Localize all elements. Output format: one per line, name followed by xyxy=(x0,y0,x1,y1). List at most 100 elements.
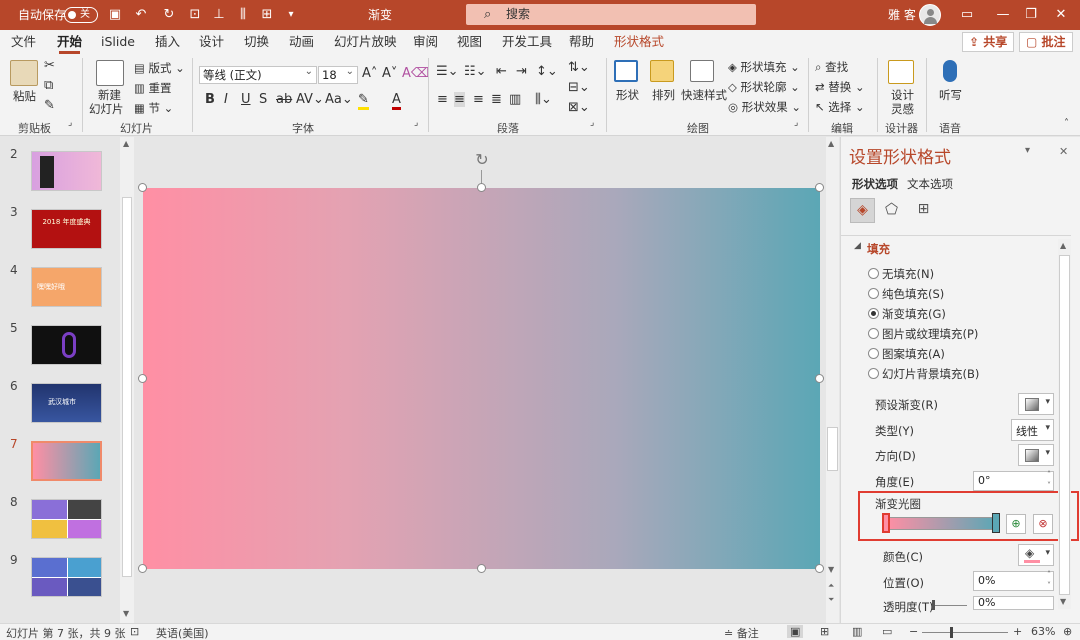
paste-icon[interactable] xyxy=(10,60,38,86)
next-slide-icon[interactable]: ⏷ xyxy=(828,595,834,605)
line-spacing-icon[interactable]: ↕⌄ xyxy=(536,64,558,79)
tab-help[interactable]: 帮助 xyxy=(569,30,594,54)
radio-pattern-fill[interactable] xyxy=(868,348,879,359)
zoom-slider-handle[interactable] xyxy=(950,627,953,638)
arrange-label[interactable]: 排列 xyxy=(652,87,675,103)
no-fill-label[interactable]: 无填充(N) xyxy=(882,266,934,282)
fit-to-window-icon[interactable]: ⊕ xyxy=(1063,625,1072,638)
resize-handle-bottom[interactable] xyxy=(477,564,486,573)
transparency-slider-handle[interactable] xyxy=(932,600,935,610)
justify-icon[interactable]: ≣ xyxy=(491,92,502,107)
decrease-indent-icon[interactable]: ⇤ xyxy=(496,64,507,79)
resize-handle-bottom-right[interactable] xyxy=(815,564,824,573)
bold-icon[interactable]: B xyxy=(205,92,215,107)
scrollbar-thumb[interactable] xyxy=(122,197,132,577)
size-properties-icon[interactable]: ⊞ xyxy=(911,198,936,223)
shapes-icon[interactable] xyxy=(614,60,638,82)
slide-sorter-icon[interactable]: ⊞ xyxy=(820,625,829,638)
tab-animations[interactable]: 动画 xyxy=(289,30,314,54)
layout-button[interactable]: ▤ 版式 ⌄ xyxy=(134,60,185,76)
share-button[interactable]: ⇪ 共享 xyxy=(962,32,1015,52)
redo-icon[interactable]: ↻ xyxy=(160,6,178,24)
transparency-input[interactable]: 0% xyxy=(973,596,1054,610)
minimize-icon[interactable]: — xyxy=(994,6,1012,24)
radio-solid-fill[interactable] xyxy=(868,288,879,299)
position-input[interactable]: 0% ˄ ˅ xyxy=(973,570,1054,591)
shape-fill-button[interactable]: ◈ 形状填充 ⌄ xyxy=(728,59,800,75)
user-name[interactable]: 雅 客 xyxy=(888,0,916,30)
angle-input[interactable]: 0° ˄ ˅ xyxy=(973,470,1054,491)
arrange-icon[interactable] xyxy=(650,60,674,82)
thumbnail-scrollbar[interactable]: ▲ ▼ xyxy=(120,137,134,623)
replace-button[interactable]: ⇄ 替换 ⌄ xyxy=(815,79,865,95)
increase-font-icon[interactable]: A˄ xyxy=(362,66,377,81)
highlight-icon[interactable]: ✎ xyxy=(358,92,369,110)
shadow-icon[interactable]: S xyxy=(259,92,267,107)
tab-insert[interactable]: 插入 xyxy=(155,30,180,54)
resize-handle-left[interactable] xyxy=(138,374,147,383)
direction-dropdown[interactable] xyxy=(1018,444,1054,466)
font-color-icon[interactable]: A xyxy=(392,92,401,110)
paste-label[interactable]: 粘贴 xyxy=(13,88,36,104)
slide-thumbnail-2[interactable] xyxy=(31,151,102,191)
color-dropdown[interactable]: ◈ xyxy=(1018,544,1054,566)
collapse-fill-icon[interactable]: ◢ xyxy=(854,241,861,251)
radio-slide-background-fill[interactable] xyxy=(868,368,879,379)
columns-icon[interactable]: ⫼⌄ xyxy=(535,92,552,107)
shape-effects-button[interactable]: ◎ 形状效果 ⌄ xyxy=(728,99,801,115)
change-case-icon[interactable]: Aa⌄ xyxy=(325,92,353,107)
italic-icon[interactable]: I xyxy=(224,92,228,107)
decrease-font-icon[interactable]: A˅ xyxy=(382,66,397,81)
zoom-in-icon[interactable]: + xyxy=(1013,625,1022,638)
character-spacing-icon[interactable]: AV⌄ xyxy=(296,92,324,107)
resize-handle-top[interactable] xyxy=(477,183,486,192)
resize-handle-bottom-left[interactable] xyxy=(138,564,147,573)
resize-handle-right[interactable] xyxy=(815,374,824,383)
align-icon[interactable]: ⊥ xyxy=(210,6,228,24)
restore-icon[interactable]: ❐ xyxy=(1022,6,1040,24)
tab-developer[interactable]: 开发工具 xyxy=(502,30,552,54)
dictate-label[interactable]: 听写 xyxy=(939,87,962,103)
slide-thumbnail-7[interactable] xyxy=(31,441,102,481)
slide-background-fill-label[interactable]: 幻灯片背景填充(B) xyxy=(882,366,979,382)
effects-icon[interactable]: ⬠ xyxy=(879,198,904,223)
design-ideas-label-2[interactable]: 灵感 xyxy=(891,101,914,117)
radio-gradient-fill[interactable] xyxy=(868,308,879,319)
gradient-stops-bar[interactable] xyxy=(886,517,997,530)
font-family-select[interactable]: 等线 (正文) xyxy=(199,64,317,84)
format-painter-quick-icon[interactable]: ⊞ xyxy=(258,6,276,24)
scrollbar-thumb[interactable] xyxy=(1059,255,1070,595)
tab-shape-format[interactable]: 形状格式 xyxy=(614,30,664,54)
picture-fill-label[interactable]: 图片或纹理填充(P) xyxy=(882,326,978,342)
transparency-slider[interactable] xyxy=(933,605,967,606)
resize-handle-top-right[interactable] xyxy=(815,183,824,192)
tab-islide[interactable]: iSlide xyxy=(101,30,135,54)
radio-no-fill[interactable] xyxy=(868,268,879,279)
pattern-fill-label[interactable]: 图案填充(A) xyxy=(882,346,945,362)
paragraph-launcher-icon[interactable]: ⌟ xyxy=(590,118,594,128)
language-indicator[interactable]: 英语(美国) xyxy=(156,625,209,640)
text-direction-icon[interactable]: ⇅⌄ xyxy=(568,60,590,75)
slide-thumbnail-9[interactable] xyxy=(31,557,102,597)
normal-view-icon[interactable]: ▣ xyxy=(787,625,804,638)
fill-section-header[interactable]: 填充 xyxy=(867,241,890,257)
rotate-handle-icon[interactable]: ↻ xyxy=(472,150,492,170)
drawing-launcher-icon[interactable]: ⌟ xyxy=(794,118,798,128)
quick-styles-label[interactable]: 快速样式 xyxy=(681,87,727,103)
resize-handle-top-left[interactable] xyxy=(138,183,147,192)
align-left-icon[interactable]: ≡ xyxy=(437,92,448,107)
align-center-icon[interactable]: ≡ xyxy=(454,92,465,107)
dictate-icon[interactable] xyxy=(943,60,957,82)
solid-fill-label[interactable]: 纯色填充(S) xyxy=(882,286,944,302)
shape-outline-button[interactable]: ◇ 形状轮廓 ⌄ xyxy=(728,79,800,95)
type-dropdown[interactable]: 线性 xyxy=(1011,419,1054,441)
notes-button[interactable]: ≐ 备注 xyxy=(724,625,759,640)
save-icon[interactable]: ▣ xyxy=(106,6,124,24)
gradient-stop-handle-start[interactable] xyxy=(882,513,890,533)
preset-gradient-dropdown[interactable] xyxy=(1018,393,1054,415)
clipboard-launcher-icon[interactable]: ⌟ xyxy=(68,118,72,128)
remove-gradient-stop-icon[interactable]: ⊗ xyxy=(1033,514,1053,534)
shapes-label[interactable]: 形状 xyxy=(616,87,639,103)
smartart-icon[interactable]: ⊠⌄ xyxy=(568,100,590,115)
reading-view-icon[interactable]: ▥ xyxy=(852,625,862,638)
